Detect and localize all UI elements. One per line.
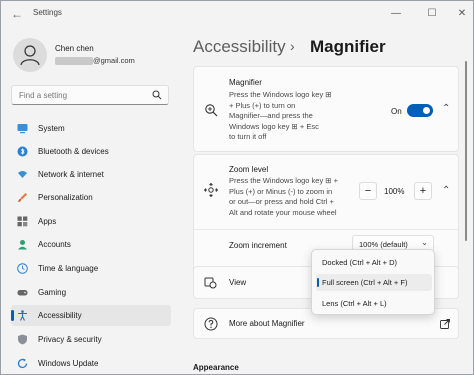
bluetooth-icon xyxy=(17,146,28,157)
external-link-icon xyxy=(440,319,450,329)
sidebar-item-time-language[interactable]: Time & language xyxy=(11,258,171,279)
view-icon xyxy=(204,277,217,289)
zoom-value: 100% xyxy=(384,187,405,196)
divider xyxy=(194,229,458,230)
magnifier-title: Magnifier xyxy=(229,78,262,87)
page-title: Magnifier xyxy=(310,37,386,56)
view-label: View xyxy=(229,278,247,287)
chevron-up-icon[interactable]: ⌃ xyxy=(442,185,450,196)
zoom-increment-label: Zoom increment xyxy=(229,241,287,250)
scrollbar[interactable] xyxy=(465,61,467,241)
view-option-docked[interactable]: Docked (Ctrl + Alt + D) xyxy=(316,254,432,271)
shield-icon xyxy=(18,334,27,345)
gamepad-icon xyxy=(17,290,28,296)
section-heading-appearance: Appearance xyxy=(193,363,239,372)
toggle-state-label: On xyxy=(391,107,402,116)
chevron-up-icon[interactable]: ⌃ xyxy=(442,103,450,114)
globe-clock-icon xyxy=(17,263,28,274)
zoom-out-button[interactable]: − xyxy=(359,182,377,200)
zoom-move-icon xyxy=(204,183,218,197)
sidebar-item-bluetooth[interactable]: Bluetooth & devices xyxy=(11,141,171,162)
title-bar: ← Settings — ☐ ✕ xyxy=(1,1,473,27)
toggle-knob xyxy=(423,107,430,114)
search-input[interactable]: Find a setting xyxy=(11,85,169,105)
maximize-icon[interactable]: ☐ xyxy=(417,5,447,23)
sidebar-item-accessibility[interactable]: Accessibility xyxy=(11,305,171,326)
wifi-icon xyxy=(18,171,27,178)
accessibility-icon xyxy=(18,310,27,321)
sidebar-item-personalization[interactable]: Personalization xyxy=(11,187,171,208)
magnifier-toggle[interactable] xyxy=(407,104,433,117)
zoom-in-button[interactable]: + xyxy=(414,182,432,200)
back-arrow-icon[interactable]: ← xyxy=(9,6,25,22)
sidebar-item-accounts[interactable]: Accounts xyxy=(11,234,171,255)
magnifier-description: Press the Windows logo key ⊞ + Plus (+) … xyxy=(229,90,332,141)
apps-icon xyxy=(17,216,28,227)
window-title: Settings xyxy=(33,8,62,17)
view-option-lens[interactable]: Lens (Ctrl + Alt + L) xyxy=(316,295,432,312)
search-placeholder: Find a setting xyxy=(19,91,68,100)
monitor-icon xyxy=(17,124,28,134)
minimize-icon[interactable]: — xyxy=(381,5,411,23)
person-icon xyxy=(20,45,40,66)
user-name: Chen chen xyxy=(55,44,94,53)
chevron-down-icon: ⌄ xyxy=(421,238,428,247)
view-option-full-screen[interactable]: Full screen (Ctrl + Alt + F) xyxy=(316,274,432,291)
user-email: @gmail.com xyxy=(93,56,135,65)
settings-window: ← Settings — ☐ ✕ Chen chen @gmail.com Fi… xyxy=(0,0,474,375)
breadcrumb-accessibility[interactable]: Accessibility xyxy=(193,37,286,57)
avatar[interactable] xyxy=(13,38,47,72)
more-about-label: More about Magnifier xyxy=(229,319,305,328)
sidebar-item-network[interactable]: Network & internet xyxy=(11,164,171,185)
selected-indicator xyxy=(317,278,319,287)
sidebar-item-windows-update[interactable]: Windows Update xyxy=(11,353,171,374)
email-redaction xyxy=(55,57,93,65)
active-indicator xyxy=(11,310,14,321)
person-icon xyxy=(18,240,27,250)
sidebar-item-apps[interactable]: Apps xyxy=(11,211,171,232)
close-icon[interactable]: ✕ xyxy=(447,5,473,23)
view-dropdown-menu: Docked (Ctrl + Alt + D) Full screen (Ctr… xyxy=(311,249,435,315)
paintbrush-icon xyxy=(18,193,27,202)
sidebar-item-gaming[interactable]: Gaming xyxy=(11,282,171,303)
breadcrumb-separator: › xyxy=(290,38,295,54)
help-icon xyxy=(204,317,218,331)
zoom-level-title: Zoom level xyxy=(229,165,269,174)
magnifier-icon xyxy=(205,104,218,117)
sidebar-item-system[interactable]: System xyxy=(11,118,171,139)
zoom-level-description: Press the Windows logo key ⊞ + Plus (+) … xyxy=(229,176,339,217)
update-icon xyxy=(17,358,28,369)
sidebar-item-privacy[interactable]: Privacy & security xyxy=(11,329,171,350)
search-icon[interactable] xyxy=(152,90,162,100)
